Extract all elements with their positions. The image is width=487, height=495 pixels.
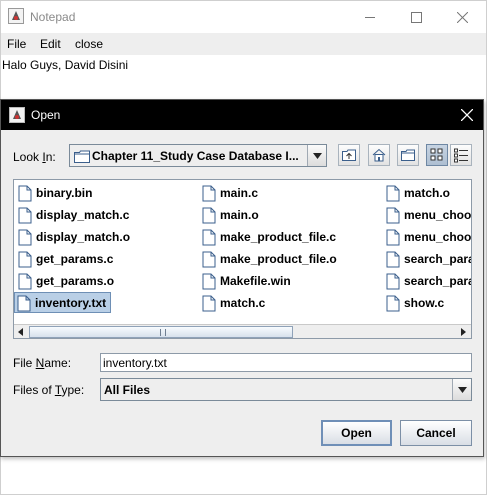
file-icon xyxy=(18,229,32,246)
details-view-icon xyxy=(454,148,468,163)
file-item[interactable]: binary.bin xyxy=(16,183,196,203)
file-icon xyxy=(202,273,216,290)
file-item[interactable]: main.c xyxy=(200,183,380,203)
cancel-button[interactable]: Cancel xyxy=(400,420,472,446)
file-icon xyxy=(386,185,400,202)
menu-edit[interactable]: Edit xyxy=(40,37,61,51)
look-in-value: Chapter 11_Study Case Database I... xyxy=(92,149,299,163)
file-icon xyxy=(202,229,216,246)
scroll-left-button[interactable] xyxy=(14,325,28,338)
file-icon xyxy=(17,295,31,312)
file-item[interactable]: get_params.c xyxy=(16,249,196,269)
file-icon xyxy=(18,251,32,268)
document-text[interactable]: Halo Guys, David Disini xyxy=(2,58,128,72)
open-dialog: Open Look In: Chapter 11_Study Case Data… xyxy=(0,99,484,457)
new-folder-button[interactable] xyxy=(397,144,419,166)
dialog-close-button[interactable] xyxy=(451,100,483,130)
home-icon xyxy=(372,148,386,162)
file-icon xyxy=(18,273,32,290)
open-button[interactable]: Open xyxy=(321,420,392,446)
close-button[interactable] xyxy=(439,1,485,33)
look-in-label: Look In: xyxy=(13,150,56,164)
dialog-title-bar[interactable]: Open xyxy=(1,100,483,130)
close-icon xyxy=(461,109,473,121)
java-app-icon xyxy=(8,8,24,24)
file-icon xyxy=(386,229,400,246)
file-name-input[interactable]: inventory.txt xyxy=(100,353,472,372)
list-view-icon xyxy=(430,148,443,161)
file-icon xyxy=(386,295,400,312)
maximize-button[interactable] xyxy=(393,1,439,33)
file-item[interactable]: main.o xyxy=(200,205,380,225)
file-item[interactable]: display_match.c xyxy=(16,205,196,225)
file-item[interactable]: make_product_file.c xyxy=(200,227,380,247)
files-of-type-label: Files of Type: xyxy=(13,383,85,397)
file-item[interactable]: show.c xyxy=(384,293,471,313)
file-name-label: File Name: xyxy=(13,356,72,370)
file-icon xyxy=(18,207,32,224)
window-title: Notepad xyxy=(30,10,76,24)
look-in-combo[interactable]: Chapter 11_Study Case Database I... xyxy=(69,144,327,167)
file-item[interactable]: match.o xyxy=(384,183,471,203)
file-item[interactable]: Makefile.win xyxy=(200,271,380,291)
minimize-icon xyxy=(365,17,375,18)
file-icon xyxy=(386,251,400,268)
menu-file[interactable]: File xyxy=(7,37,26,51)
scrollbar-grip xyxy=(160,329,166,336)
list-view-button[interactable] xyxy=(426,144,448,166)
dialog-title: Open xyxy=(31,108,61,122)
chevron-down-icon xyxy=(458,387,467,393)
file-item[interactable]: get_params.o xyxy=(16,271,196,291)
notepad-title-bar[interactable]: Notepad xyxy=(1,1,486,33)
file-item[interactable]: menu_choo xyxy=(384,205,471,225)
minimize-button[interactable] xyxy=(347,1,393,33)
menu-close[interactable]: close xyxy=(75,37,103,51)
home-button[interactable] xyxy=(368,144,390,166)
file-icon xyxy=(18,185,32,202)
folder-icon xyxy=(74,150,90,163)
scroll-right-button[interactable] xyxy=(457,325,471,338)
file-icon xyxy=(386,273,400,290)
file-icon xyxy=(202,185,216,202)
file-name-value: inventory.txt xyxy=(103,356,167,370)
horizontal-scrollbar[interactable] xyxy=(14,324,471,338)
file-item[interactable]: match.c xyxy=(200,293,380,313)
look-in-dropdown-button[interactable] xyxy=(307,145,326,166)
files-of-type-combo[interactable]: All Files xyxy=(100,378,472,401)
file-item[interactable]: search_para xyxy=(384,249,471,269)
file-icon xyxy=(202,207,216,224)
new-folder-icon xyxy=(401,149,415,161)
menu-bar: File Edit close xyxy=(1,33,486,55)
files-of-type-value: All Files xyxy=(104,383,151,397)
chevron-down-icon xyxy=(313,153,322,159)
file-icon xyxy=(202,295,216,312)
maximize-icon xyxy=(411,12,422,23)
files-of-type-dropdown-button[interactable] xyxy=(452,379,471,400)
up-one-level-button[interactable] xyxy=(338,144,360,166)
file-item-selected[interactable]: inventory.txt xyxy=(14,292,111,313)
up-one-level-icon xyxy=(342,149,356,161)
file-item[interactable]: make_product_file.o xyxy=(200,249,380,269)
file-icon xyxy=(386,207,400,224)
file-item[interactable]: display_match.o xyxy=(16,227,196,247)
close-icon xyxy=(457,12,468,23)
arrow-left-icon xyxy=(18,328,23,336)
file-icon xyxy=(202,251,216,268)
java-app-icon xyxy=(9,107,25,123)
details-view-button[interactable] xyxy=(450,144,472,166)
file-list[interactable]: binary.bin display_match.c display_match… xyxy=(13,179,472,339)
file-item[interactable]: search_para xyxy=(384,271,471,291)
scrollbar-thumb[interactable] xyxy=(29,326,293,338)
arrow-right-icon xyxy=(461,328,466,336)
file-item[interactable]: menu_choo xyxy=(384,227,471,247)
